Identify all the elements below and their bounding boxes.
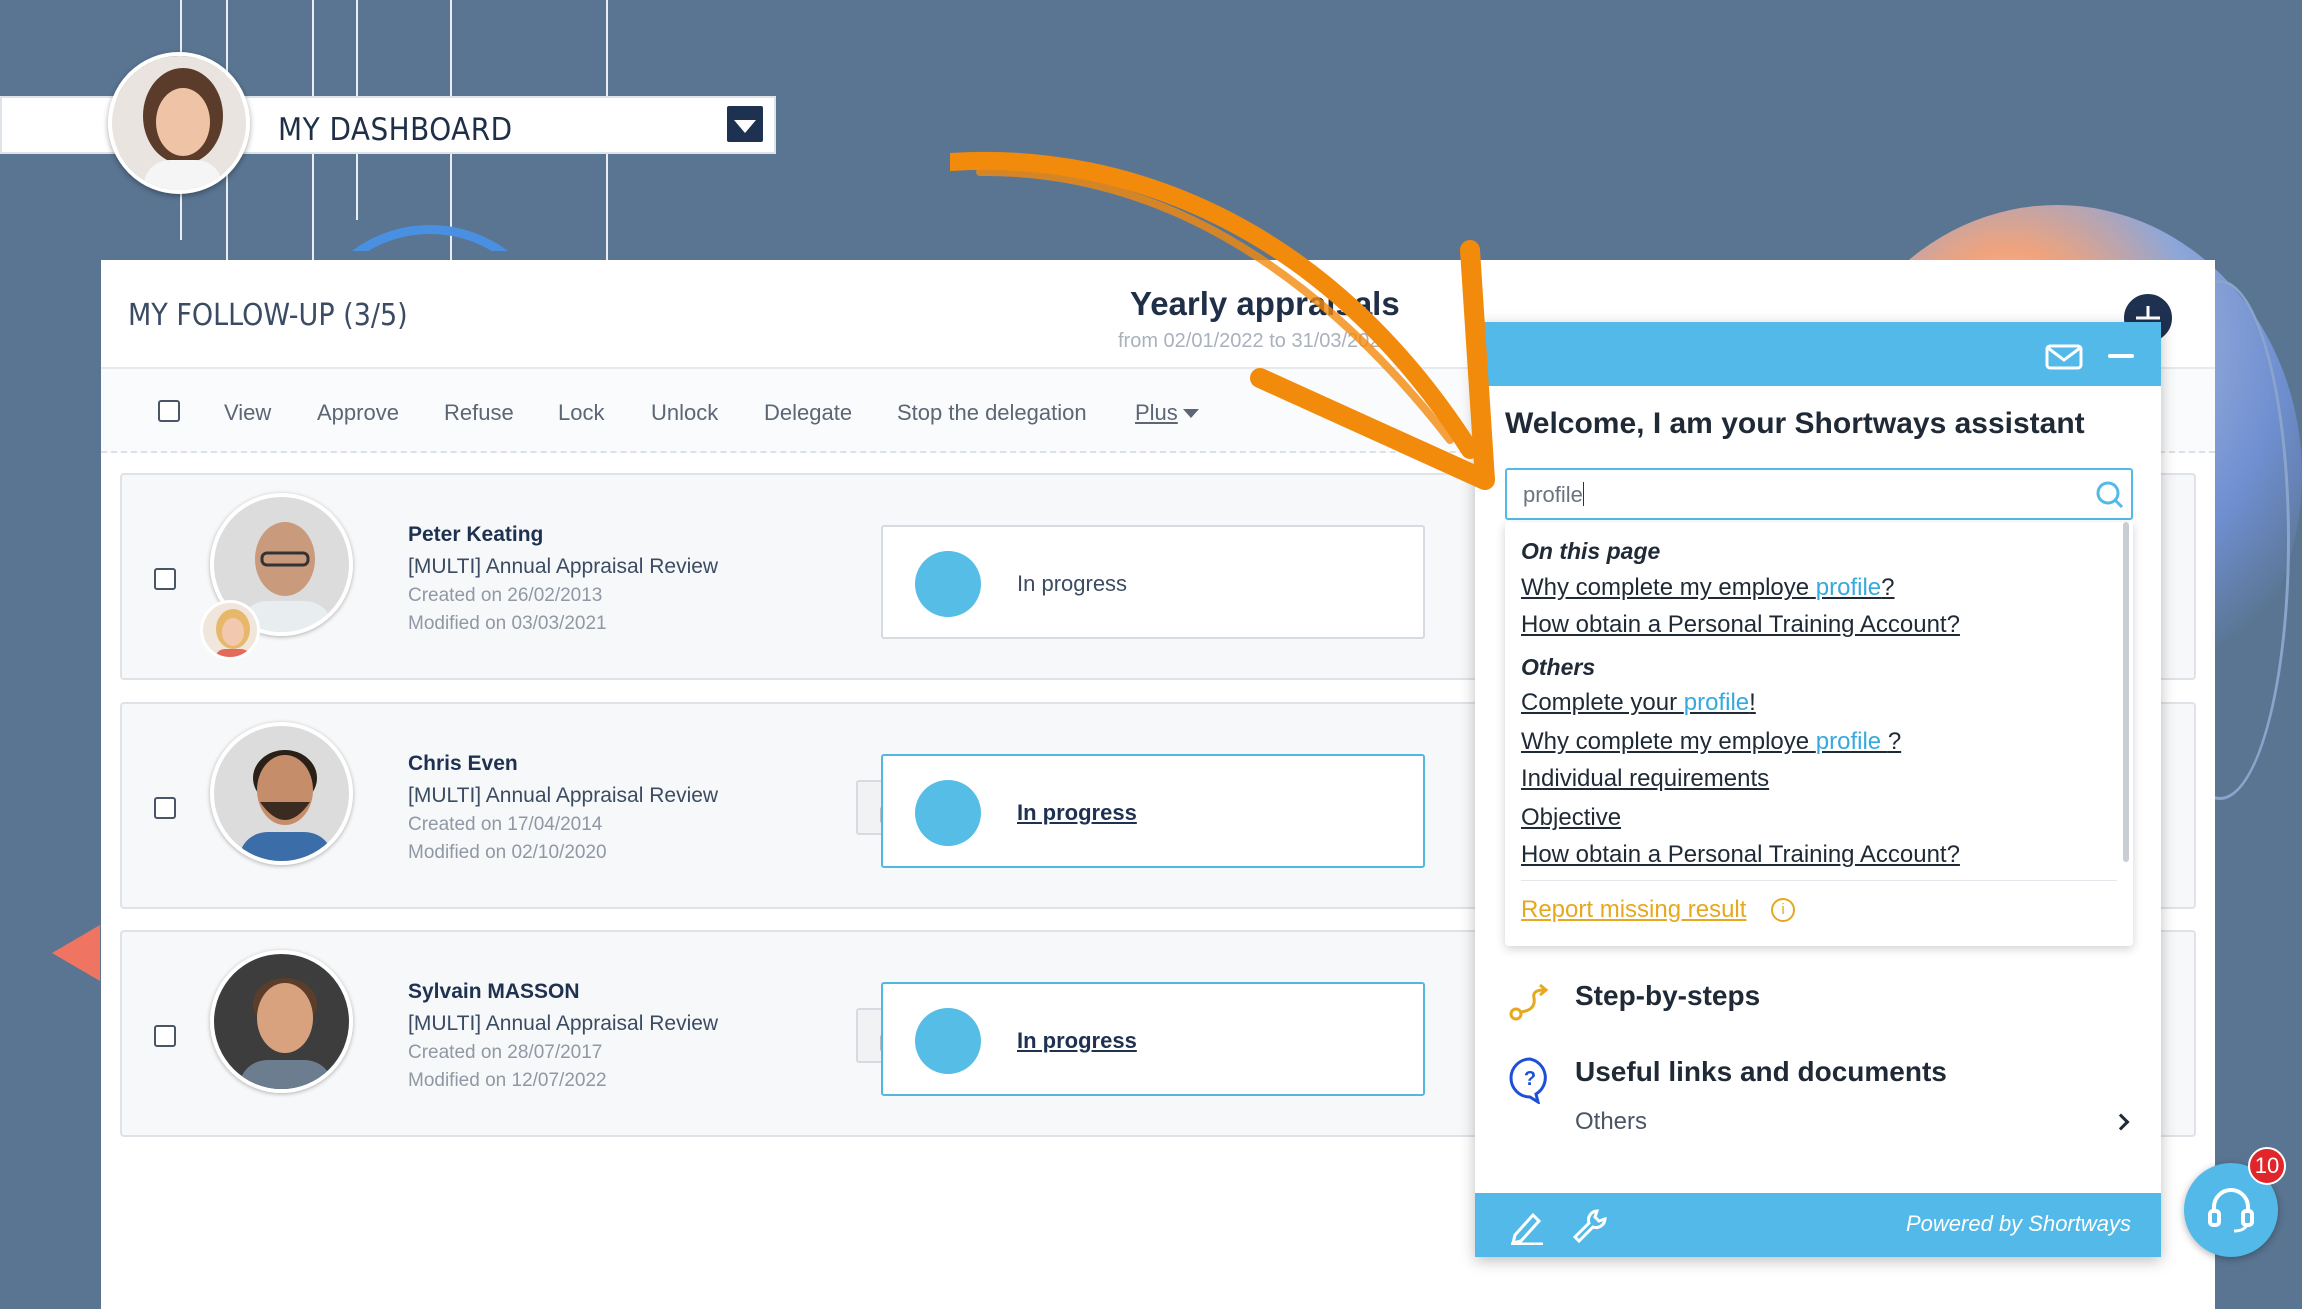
others-category[interactable]: Others bbox=[1575, 1108, 1647, 1136]
status-dot bbox=[915, 1008, 981, 1074]
employee-name[interactable]: Chris Even bbox=[408, 752, 518, 776]
status-text: In progress bbox=[1017, 571, 1128, 596]
row-checkbox[interactable] bbox=[154, 568, 176, 590]
result-link[interactable]: How obtain a Personal Training Account? bbox=[1521, 611, 1960, 639]
decor-triangle bbox=[52, 925, 100, 981]
info-icon: i bbox=[1771, 898, 1795, 922]
result-link[interactable]: Why complete my employe profile? bbox=[1521, 574, 1895, 602]
employee-name[interactable]: Peter Keating bbox=[408, 523, 543, 547]
step-by-step-icon bbox=[1509, 983, 1549, 1021]
status-dot bbox=[915, 551, 981, 617]
approve-button[interactable]: Approve bbox=[317, 400, 399, 426]
search-icon[interactable] bbox=[2095, 480, 2125, 510]
modified-date: Modified on 03/03/2021 bbox=[408, 613, 607, 634]
assistant-footer: Powered by Shortways bbox=[1475, 1193, 2161, 1257]
refuse-button[interactable]: Refuse bbox=[444, 400, 514, 426]
minimize-button[interactable] bbox=[2108, 354, 2134, 358]
status-dot bbox=[915, 780, 981, 846]
review-title: [MULTI] Annual Appraisal Review bbox=[408, 1012, 719, 1035]
pencil-icon[interactable] bbox=[1509, 1207, 1545, 1245]
dashboard-dropdown-button[interactable] bbox=[727, 106, 763, 142]
row-checkbox[interactable] bbox=[154, 797, 176, 819]
status-box: In progress bbox=[881, 525, 1425, 639]
report-missing-link[interactable]: Report missing result bbox=[1521, 896, 1746, 924]
delegate-button[interactable]: Delegate bbox=[764, 400, 852, 426]
result-link[interactable]: Why complete my employe profile ? bbox=[1521, 728, 1901, 756]
created-date: Created on 26/02/2013 bbox=[408, 585, 603, 606]
useful-links-menu[interactable]: Useful links and documents bbox=[1575, 1056, 1947, 1088]
assistant-welcome: Welcome, I am your Shortways assistant bbox=[1505, 407, 2085, 440]
assistant-search-input[interactable]: profile bbox=[1505, 468, 2133, 520]
link-text: Complete your bbox=[1521, 689, 1684, 716]
wrench-icon[interactable] bbox=[1571, 1207, 1609, 1245]
row-checkbox[interactable] bbox=[154, 1025, 176, 1047]
employee-name[interactable]: Sylvain MASSON bbox=[408, 980, 580, 1004]
followup-title: MY FOLLOW-UP (3/5) bbox=[128, 298, 408, 333]
created-date: Created on 17/04/2014 bbox=[408, 814, 603, 835]
employee-avatar bbox=[210, 722, 353, 865]
orange-arrow-annotation bbox=[950, 151, 1495, 490]
status-box[interactable]: In progress bbox=[881, 754, 1425, 868]
user-avatar[interactable] bbox=[108, 52, 250, 194]
link-text: Why complete my employe bbox=[1521, 574, 1816, 601]
dashboard-title: MY DASHBOARD bbox=[278, 112, 513, 148]
result-link[interactable]: How obtain a Personal Training Account? bbox=[1521, 841, 1960, 869]
select-all-checkbox[interactable] bbox=[158, 400, 180, 422]
link-highlight: profile bbox=[1683, 689, 1750, 716]
results-section-heading: On this page bbox=[1521, 538, 1661, 564]
review-title: [MULTI] Annual Appraisal Review bbox=[408, 555, 719, 578]
status-link[interactable]: In progress bbox=[1017, 800, 1137, 826]
text-cursor bbox=[1582, 482, 1584, 506]
step-by-steps-menu[interactable]: Step-by-steps bbox=[1575, 980, 1760, 1012]
assistant-panel: Welcome, I am your Shortways assistant p… bbox=[1475, 322, 2161, 1257]
link-highlight: profile bbox=[1815, 574, 1882, 601]
result-link[interactable]: Objective bbox=[1521, 804, 1621, 832]
mail-icon[interactable] bbox=[2045, 344, 2083, 370]
powered-by-text: Powered by Shortways bbox=[1906, 1211, 2131, 1236]
review-title: [MULTI] Annual Appraisal Review bbox=[408, 784, 719, 807]
result-link[interactable]: Individual requirements bbox=[1521, 765, 1769, 793]
modified-date: Modified on 12/07/2022 bbox=[408, 1070, 607, 1091]
unlock-button[interactable]: Unlock bbox=[651, 400, 718, 426]
headset-icon bbox=[2208, 1188, 2254, 1233]
assistant-header bbox=[1475, 322, 2161, 386]
result-link[interactable]: Complete your profile! bbox=[1521, 689, 1756, 717]
status-box[interactable]: In progress bbox=[881, 982, 1425, 1096]
chevron-right-icon[interactable] bbox=[2112, 1113, 2130, 1131]
results-section-heading: Others bbox=[1521, 654, 1596, 680]
created-date: Created on 28/07/2017 bbox=[408, 1042, 603, 1063]
employee-avatar bbox=[210, 950, 353, 1093]
manager-avatar bbox=[200, 600, 260, 660]
link-text: ? bbox=[1887, 728, 1902, 755]
divider bbox=[1521, 880, 2117, 881]
view-button[interactable]: View bbox=[224, 400, 271, 426]
link-text: ? bbox=[1881, 574, 1895, 601]
results-scrollbar[interactable] bbox=[2123, 522, 2129, 862]
notification-badge: 10 bbox=[2248, 1147, 2286, 1185]
link-highlight: profile bbox=[1815, 728, 1888, 755]
status-link[interactable]: In progress bbox=[1017, 1028, 1137, 1054]
search-value: profile bbox=[1523, 482, 1584, 508]
svg-text:?: ? bbox=[1524, 1068, 1536, 1090]
help-question-icon: ? bbox=[1509, 1057, 1547, 1104]
link-text: Why complete my employe bbox=[1521, 728, 1816, 755]
search-results: On this page Why complete my employe pro… bbox=[1505, 522, 2133, 946]
lock-button[interactable]: Lock bbox=[558, 400, 604, 426]
search-text: profile bbox=[1523, 482, 1583, 507]
modified-date: Modified on 02/10/2020 bbox=[408, 842, 607, 863]
link-text: ! bbox=[1749, 689, 1756, 716]
